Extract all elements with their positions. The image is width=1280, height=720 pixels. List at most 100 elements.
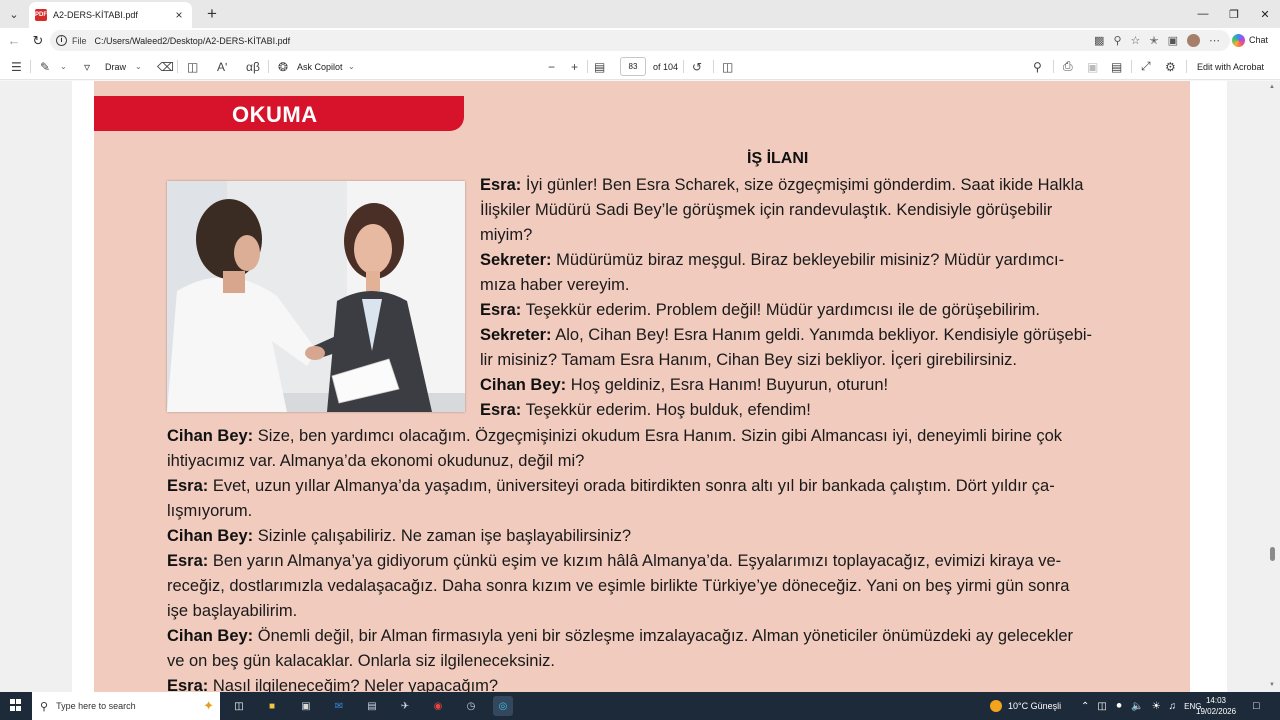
copilot-chat-button[interactable]: Chat [1232,30,1268,50]
collections-icon[interactable]: ▣ [1168,34,1178,47]
edge-icon[interactable]: ◎ [493,696,513,716]
refresh-icon[interactable]: ↻ [26,31,50,51]
page-number-input[interactable]: 83 [620,57,646,76]
battery-icon[interactable]: ◫ [1097,701,1106,712]
pdf-toolbar: ☰ ✎ ⌄ ▿ Draw ⌄ ⌫ ◫ Aʹ αβ ❂ Ask Copilot ⌄… [0,53,1280,80]
taskbar-search[interactable]: ⚲ Type here to search ✦ [32,692,220,720]
text-line: Esra: Teşekkür ederim. Problem değil! Mü… [480,301,1041,319]
text-line: Esra: İyi günler! Ben Esra Scharek, size… [480,176,1084,194]
text-line: Cihan Bey: Sizinle çalışabiliriz. Ne zam… [167,527,632,545]
file-explorer-icon[interactable]: ■ [262,696,282,716]
more-menu-icon[interactable]: ⋯ [1209,34,1220,47]
app-icon[interactable]: ✈ [395,696,415,716]
start-windows-icon[interactable] [10,699,22,711]
scroll-up-icon[interactable]: ▲ [1269,84,1275,90]
address-bar[interactable]: i File C:/Users/Waleed2/Desktop/A2-DERS-… [50,30,1230,51]
ask-copilot-dropdown-icon[interactable]: ⌄ [348,53,355,80]
pdf-file-icon: PDF [35,9,47,21]
tray-chevron-icon[interactable]: ⌃ [1081,701,1089,712]
scrollbar-thumb[interactable] [1270,547,1275,561]
draw-icon[interactable]: ▿ [84,53,90,80]
add-text-icon[interactable]: ◫ [187,53,198,80]
clock-time: 14:03 [1205,696,1227,705]
chrome-icon[interactable]: ◉ [428,696,448,716]
scroll-down-icon[interactable]: ▼ [1269,682,1275,688]
close-window-icon[interactable]: ✕ [1248,0,1280,28]
zoom-out-icon[interactable]: − [548,53,555,80]
contents-icon[interactable]: ☰ [11,53,22,80]
text-line: Cihan Bey: Önemli değil, bir Alman firma… [167,627,1074,645]
draw-label[interactable]: Draw [105,53,126,80]
calculator-icon[interactable]: ▤ [362,696,382,716]
eraser-icon[interactable]: ⌫ [157,53,174,80]
text-line: lışmıyorum. [167,502,253,520]
favorites-icon[interactable]: ✭ [1149,34,1158,47]
vertical-scrollbar[interactable]: ▲ ▼ [1266,81,1280,692]
restore-icon[interactable]: ❐ [1217,0,1251,28]
interview-photo [167,181,465,412]
translate-icon[interactable]: ▩ [1094,34,1104,47]
zoom-icon[interactable]: ⚲ [1113,34,1121,47]
chat-label: Chat [1249,35,1269,45]
interview-illustration [167,181,465,412]
pdf-viewer[interactable]: OKUMA İŞ İLANI Esra: İyi günler! Ben Esr… [0,81,1280,692]
find-icon[interactable]: ⚲ [1033,53,1042,80]
edit-with-acrobat-button[interactable]: Edit with Acrobat [1197,53,1264,80]
notifications-icon[interactable]: □ [1253,692,1260,720]
highlight-dropdown-icon[interactable]: ⌄ [60,53,67,80]
ask-copilot-icon[interactable]: ❂ [278,53,288,80]
address-url[interactable]: C:/Users/Waleed2/Desktop/A2-DERS-KİTABI.… [95,36,291,46]
copilot-icon [1232,33,1245,47]
rotate-icon[interactable]: ↺ [692,53,702,80]
settings-gear-icon[interactable]: ⚙ [1165,53,1176,80]
text-line: Esra: Evet, uzun yıllar Almanya’da yaşad… [167,477,1055,495]
fullscreen-icon[interactable]: ⤢ [1141,53,1151,80]
tab-title: A2-DERS-KİTABI.pdf [53,10,138,20]
taskbar-clock[interactable]: 14:03 19/02/2026 [1196,695,1236,717]
pdf-page: OKUMA İŞ İLANI Esra: İyi günler! Ben Esr… [72,81,1227,692]
page-content: OKUMA İŞ İLANI Esra: İyi günler! Ben Esr… [94,81,1190,692]
outlook-icon[interactable]: ✉ [329,696,349,716]
print-icon[interactable]: ⎙ [1063,53,1073,80]
minimize-icon[interactable]: — [1186,0,1220,28]
tab-close-icon[interactable]: × [172,8,186,22]
tab-pdf[interactable]: PDF A2-DERS-KİTABI.pdf × [29,2,192,28]
page-view-icon[interactable]: ◫ [722,53,733,80]
draw-dropdown-icon[interactable]: ⌄ [135,53,142,80]
windows-taskbar: ⚲ Type here to search ✦ ◫ ■ ▣ ✉ ▤ ✈ ◉ ◷ … [0,692,1280,720]
task-view-icon[interactable]: ◫ [229,696,249,716]
text-line: Sekreter: Müdürümüz biraz meşgul. Biraz … [480,251,1065,269]
text-line: mıza haber vereyim. [480,276,630,294]
translate-page-icon[interactable]: αβ [246,53,260,80]
wifi-icon[interactable]: ☀ [1152,701,1161,712]
site-info-icon[interactable]: i [56,35,67,46]
microphone-icon[interactable]: ⚫ [1115,701,1123,712]
text-line: Esra: Ben yarın Almanya’ya gidiyorum çün… [167,552,1062,570]
search-highlights-icon: ✦ [203,698,214,713]
text-line: Cihan Bey: Size, ben yardımcı olacağım. … [167,427,1063,445]
save-as-icon[interactable]: ▤ [1111,53,1122,80]
text-line: Cihan Bey: Hoş geldiniz, Esra Hanım! Buy… [480,376,889,394]
tab-actions-menu-icon[interactable]: ⌄ [2,3,26,25]
profile-avatar[interactable] [1187,34,1200,47]
fit-page-icon[interactable]: ▤ [594,53,605,80]
clock-app-icon[interactable]: ◷ [461,696,481,716]
section-title: OKUMA [232,102,318,127]
store-icon[interactable]: ▣ [296,696,316,716]
read-aloud-icon[interactable]: Aʹ [217,53,227,80]
highlight-icon[interactable]: ✎ [40,53,50,80]
new-tab-icon[interactable]: + [202,4,222,24]
ask-copilot-label[interactable]: Ask Copilot [297,53,343,80]
save-icon[interactable]: ▣ [1087,53,1098,80]
back-icon[interactable]: ← [2,31,26,51]
favorite-star-icon[interactable]: ☆ [1131,34,1141,47]
zoom-in-icon[interactable]: + [571,53,578,80]
text-line: lir misiniz? Tamam Esra Hanım, Cihan Bey… [480,351,1018,369]
weather-widget[interactable]: 10°C Güneşli [990,692,1061,720]
volume-icon[interactable]: ♫ [1169,701,1177,712]
text-line: Esra: Nasıl ilgileneceğim? Neler yapacağ… [167,677,499,692]
speaker-icon[interactable]: 🔈 [1131,701,1143,712]
text-line: İlişkiler Müdürü Sadi Bey’le görüşmek iç… [480,201,1053,219]
text-line: ihtiyacımız var. Almanya’da ekonomi okud… [167,452,585,470]
system-tray: ⌃ ◫ ⚫ 🔈 ☀ ♫ ENG [1081,692,1202,720]
